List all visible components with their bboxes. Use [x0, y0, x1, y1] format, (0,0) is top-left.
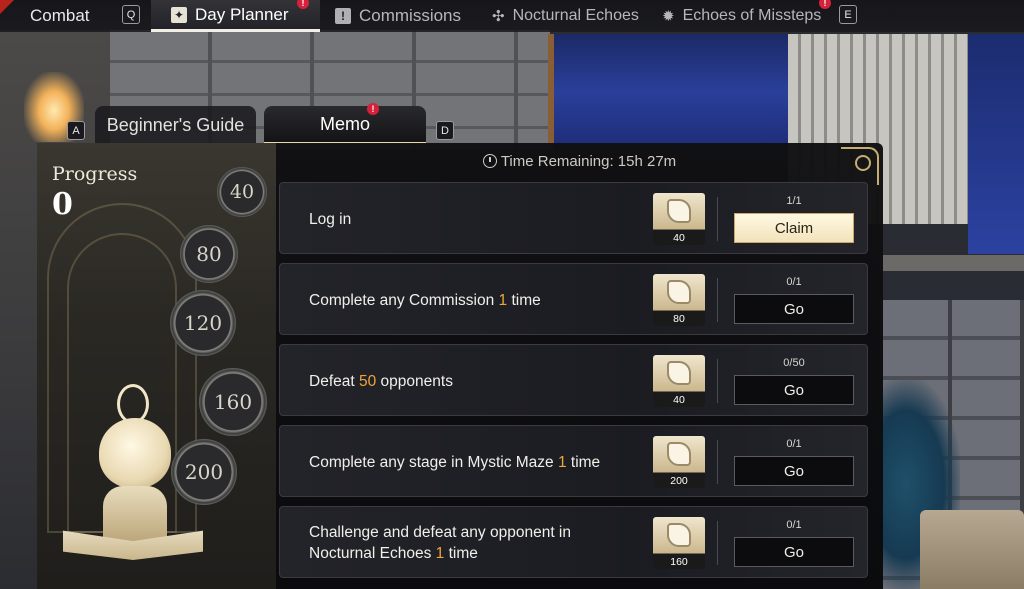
- chair-decoration: [920, 510, 1024, 589]
- notification-badge: !: [367, 103, 379, 115]
- task-text: Log in: [309, 210, 352, 228]
- time-remaining: Time Remaining: 15h 27m: [276, 143, 883, 179]
- nav-tab-day-planner-label: Day Planner: [195, 4, 289, 24]
- reward-item: 40: [653, 193, 705, 245]
- task-text: Defeat: [309, 372, 359, 390]
- task-progress-count: 0/1: [786, 276, 802, 288]
- reward-amount: 40: [673, 394, 685, 406]
- milestone-reward-160[interactable]: 160: [199, 368, 267, 436]
- reward-item: 160: [653, 517, 705, 569]
- time-remaining-text: Time Remaining: 15h 27m: [500, 152, 677, 170]
- nav-tab-commissions[interactable]: ! Commissions: [335, 0, 461, 32]
- nav-tab-combat-label: Combat: [30, 6, 90, 25]
- clock-icon: [482, 154, 497, 168]
- task-text: time: [507, 291, 541, 309]
- scroll-icon: [667, 523, 691, 547]
- go-button[interactable]: Go: [734, 456, 854, 486]
- gear-star-icon: ✹: [662, 8, 675, 25]
- compass-star-icon: ✣: [492, 8, 505, 25]
- task-row: Complete any Commission 1 time 80 0/1 Go: [279, 263, 868, 335]
- tab-beginners-guide[interactable]: Beginner's Guide: [95, 106, 256, 144]
- milestone-reward-80[interactable]: 80: [180, 225, 238, 283]
- nav-tab-commissions-label: Commissions: [359, 6, 462, 25]
- reward-item: 200: [653, 436, 705, 488]
- task-row: Challenge and defeat any opponent in Noc…: [279, 506, 868, 578]
- nav-tab-nocturnal-echoes-label: Nocturnal Echoes: [512, 7, 639, 24]
- reward-amount: 200: [670, 475, 688, 487]
- scroll-icon: [667, 199, 691, 223]
- task-description: Challenge and defeat any opponent in Noc…: [309, 507, 639, 579]
- scroll-icon: [667, 442, 691, 466]
- task-text: time: [566, 453, 601, 471]
- divider: [717, 440, 718, 484]
- task-description: Log in: [309, 183, 639, 255]
- key-hint-e: E: [839, 5, 857, 24]
- mascot-illustration: [63, 378, 203, 589]
- milestone-reward-120[interactable]: 120: [170, 290, 236, 356]
- key-hint-d: D: [436, 121, 454, 140]
- tab-memo[interactable]: Memo: [264, 106, 426, 144]
- reward-item: 40: [653, 355, 705, 407]
- task-progress-count: 0/1: [786, 519, 802, 531]
- background-window: [548, 34, 788, 150]
- top-nav-bar: Combat Q ✦ Day Planner ! ! Commissions ✣…: [0, 0, 1024, 32]
- key-hint-q: Q: [122, 5, 140, 24]
- progress-label: Progress: [52, 163, 138, 185]
- task-count-highlight: 1: [557, 453, 567, 471]
- background-window-right: [968, 34, 1024, 254]
- task-text: opponents: [376, 372, 453, 390]
- claim-button[interactable]: Claim: [734, 213, 854, 243]
- divider: [717, 521, 718, 565]
- scroll-icon: [667, 361, 691, 385]
- nav-tab-combat[interactable]: Combat: [30, 0, 90, 32]
- mascot-head: [99, 418, 171, 488]
- planner-icon: ✦: [171, 6, 187, 23]
- scroll-icon: [667, 280, 691, 304]
- task-row: Complete any stage in Mystic Maze 1 time…: [279, 425, 868, 497]
- go-button[interactable]: Go: [734, 537, 854, 567]
- go-button[interactable]: Go: [734, 375, 854, 405]
- memo-panel: Progress 0 40 80 120 160 200 Time Remain…: [37, 143, 883, 589]
- task-row: Log in 40 1/1 Claim: [279, 182, 868, 254]
- progress-column: Progress 0 40 80 120 160 200: [37, 143, 276, 589]
- nav-tab-echoes-of-missteps-label: Echoes of Missteps: [682, 7, 822, 24]
- mascot-body: [103, 486, 167, 546]
- red-corner-accent: [0, 0, 14, 14]
- task-row: Defeat 50 opponents 40 0/50 Go: [279, 344, 868, 416]
- task-description: Complete any Commission 1 time: [309, 264, 639, 336]
- reward-item: 80: [653, 274, 705, 326]
- divider: [717, 278, 718, 322]
- divider: [717, 359, 718, 403]
- task-text: Complete any stage in Mystic Maze: [309, 453, 558, 471]
- nav-tab-nocturnal-echoes[interactable]: ✣ Nocturnal Echoes: [492, 0, 639, 32]
- task-progress-count: 1/1: [786, 195, 802, 207]
- task-count-highlight: 50: [358, 372, 377, 390]
- task-description: Complete any stage in Mystic Maze 1 time: [309, 426, 639, 498]
- nav-tab-day-planner[interactable]: ✦ Day Planner: [151, 0, 320, 32]
- key-hint-a: A: [67, 121, 85, 140]
- milestone-reward-40[interactable]: 40: [217, 167, 267, 217]
- reward-amount: 160: [670, 556, 688, 568]
- go-button[interactable]: Go: [734, 294, 854, 324]
- progress-value: 0: [52, 187, 73, 222]
- task-text: Complete any Commission: [309, 291, 499, 309]
- reward-amount: 40: [673, 232, 685, 244]
- window-ledge: [880, 255, 1024, 271]
- task-count-highlight: 1: [498, 291, 508, 309]
- task-description: Defeat 50 opponents: [309, 345, 639, 417]
- task-text: time: [444, 545, 478, 562]
- task-progress-count: 0/1: [786, 438, 802, 450]
- divider: [717, 197, 718, 241]
- nav-tab-echoes-of-missteps[interactable]: ✹ Echoes of Missteps: [662, 0, 821, 32]
- reward-amount: 80: [673, 313, 685, 325]
- notification-badge: !: [819, 0, 831, 9]
- task-count-highlight: 1: [435, 545, 445, 562]
- task-progress-count: 0/50: [783, 357, 805, 369]
- exclamation-icon: !: [335, 8, 351, 24]
